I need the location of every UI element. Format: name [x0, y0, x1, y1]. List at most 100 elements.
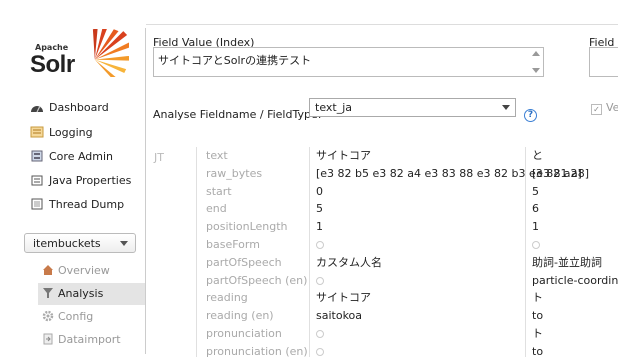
sidebar-item-core-admin[interactable]: Core Admin — [30, 146, 113, 168]
attribute-name: reading — [206, 291, 248, 305]
sidebar-item-java-properties[interactable]: Java Properties — [30, 170, 131, 192]
checkbox-icon: ✓ — [591, 104, 602, 115]
attribute-name: text — [206, 149, 228, 162]
dashboard-icon — [31, 105, 43, 113]
attribute-value: particle-coordinate — [532, 273, 618, 287]
core-item-dataimport[interactable]: Dataimport — [38, 329, 145, 351]
empty-circle-icon — [316, 276, 324, 285]
attribute-value: 助詞-並立助詞 — [532, 255, 602, 269]
attribute-value: [e3 81 a8] — [532, 166, 590, 180]
import-icon — [43, 333, 53, 345]
empty-value-icon — [316, 236, 324, 254]
attribute-name: raw_bytes — [206, 166, 263, 180]
attribute-value: to — [532, 309, 544, 323]
core-item-label: Overview — [58, 264, 110, 277]
core-item-overview[interactable]: Overview — [38, 260, 145, 282]
sidebar-item-label: Logging — [49, 126, 93, 139]
logging-icon — [30, 126, 44, 138]
attribute-value: サイトコア — [316, 291, 371, 305]
attribute-value: to — [532, 344, 544, 358]
empty-circle-icon — [532, 241, 540, 249]
scroll-down-icon — [532, 68, 540, 73]
empty-circle-icon — [316, 241, 324, 249]
funnel-icon — [43, 288, 53, 298]
attribute-name: partOfSpeech — [206, 255, 282, 269]
token-attribute-row: partOfSpeech (en) particle-coordinate — [146, 272, 618, 290]
core-selector[interactable]: itembuckets — [24, 233, 136, 253]
chevron-down-icon — [120, 241, 128, 246]
attribute-value: 5 — [532, 184, 539, 198]
help-icon[interactable]: ? — [524, 109, 537, 122]
java-properties-icon — [31, 175, 43, 186]
fieldtype-value: text_ja — [315, 101, 353, 114]
token-attribute-row: positionLength 1 1 — [146, 218, 618, 236]
core-item-analysis[interactable]: Analysis — [38, 283, 145, 305]
attribute-name: positionLength — [206, 220, 288, 234]
attribute-name: partOfSpeech (en) — [206, 273, 308, 287]
attribute-value: 5 — [316, 202, 323, 216]
sidebar-item-label: Thread Dump — [49, 198, 125, 211]
token-attribute-row: raw_bytes [e3 82 b5 e3 82 a4 e3 83 88 e3 … — [146, 165, 618, 183]
attribute-name: end — [206, 202, 227, 216]
attribute-value: と — [532, 149, 543, 162]
attribute-name: baseForm — [206, 238, 260, 251]
attribute-name: pronunciation — [206, 327, 282, 340]
sidebar-item-logging[interactable]: Logging — [30, 122, 93, 144]
core-item-label: Config — [58, 310, 94, 323]
attribute-value: サイトコア — [316, 149, 371, 162]
token-attribute-row: start 0 5 — [146, 183, 618, 201]
logo-solr-text: Solr — [30, 51, 75, 78]
token-attribute-row: pronunciation ト — [146, 325, 618, 343]
verbose-label: Ve — [606, 101, 618, 114]
chevron-down-icon — [502, 105, 510, 110]
empty-value-icon — [316, 343, 324, 361]
token-attribute-row: partOfSpeech カスタム人名 助詞-並立助詞 — [146, 254, 618, 272]
attribute-name: reading (en) — [206, 309, 274, 323]
attribute-value: 1 — [532, 220, 539, 234]
empty-value-icon — [532, 236, 540, 254]
sidebar-item-thread-dump[interactable]: Thread Dump — [30, 194, 124, 216]
empty-circle-icon — [316, 347, 324, 356]
sidebar-item-label: Dashboard — [49, 101, 109, 114]
field-value-index-text: サイトコアとSolrの連携テスト — [158, 54, 312, 67]
token-attribute-row: pronunciation (en) to — [146, 343, 618, 361]
fieldtype-label: Analyse Fieldname / FieldType: — [153, 108, 322, 121]
attribute-value: 0 — [316, 184, 323, 198]
empty-value-icon — [316, 272, 324, 290]
attribute-value: saitokoa — [316, 309, 363, 323]
token-attribute-row: baseForm — [146, 236, 618, 254]
core-item-config[interactable]: Config — [38, 306, 145, 328]
attribute-name: pronunciation (en) — [206, 344, 308, 358]
token-attribute-row: reading サイトコア ト — [146, 289, 618, 307]
empty-value-icon — [316, 325, 324, 343]
token-attribute-row: text サイトコア と — [146, 147, 618, 165]
sidebar-item-label: Core Admin — [49, 150, 114, 163]
empty-circle-icon — [316, 330, 324, 338]
core-item-label: Analysis — [58, 287, 104, 300]
field-value-index-textarea[interactable]: サイトコアとSolrの連携テスト — [153, 47, 544, 77]
textarea-scrollbar[interactable] — [530, 49, 542, 75]
attribute-value: 6 — [532, 202, 539, 216]
verbose-output-toggle[interactable]: ✓ Ve — [591, 101, 618, 115]
field-value-query-textarea[interactable] — [589, 47, 618, 77]
solr-logo[interactable]: Apache Solr — [30, 28, 140, 84]
attribute-name: start — [206, 184, 232, 198]
attribute-value: ト — [532, 327, 543, 340]
scroll-up-icon — [532, 51, 540, 56]
token-attribute-row: end 5 6 — [146, 200, 618, 218]
sidebar: Apache Solr Dashboard Logging Core Admin… — [0, 0, 145, 354]
sidebar-item-dashboard[interactable]: Dashboard — [30, 97, 109, 119]
fieldtype-select[interactable]: text_ja — [309, 98, 516, 117]
thread-dump-icon — [31, 198, 43, 210]
house-icon — [43, 265, 53, 275]
core-admin-icon — [31, 150, 43, 162]
gear-icon — [42, 310, 54, 322]
sidebar-item-label: Java Properties — [49, 174, 132, 187]
attribute-value: ト — [532, 291, 543, 305]
core-item-label: Dataimport — [58, 333, 121, 346]
token-attribute-row: reading (en) saitokoa to — [146, 307, 618, 325]
attribute-value: カスタム人名 — [316, 255, 382, 269]
solr-sun-icon — [92, 29, 129, 77]
attribute-value: 1 — [316, 220, 323, 234]
core-selector-value: itembuckets — [33, 237, 101, 250]
